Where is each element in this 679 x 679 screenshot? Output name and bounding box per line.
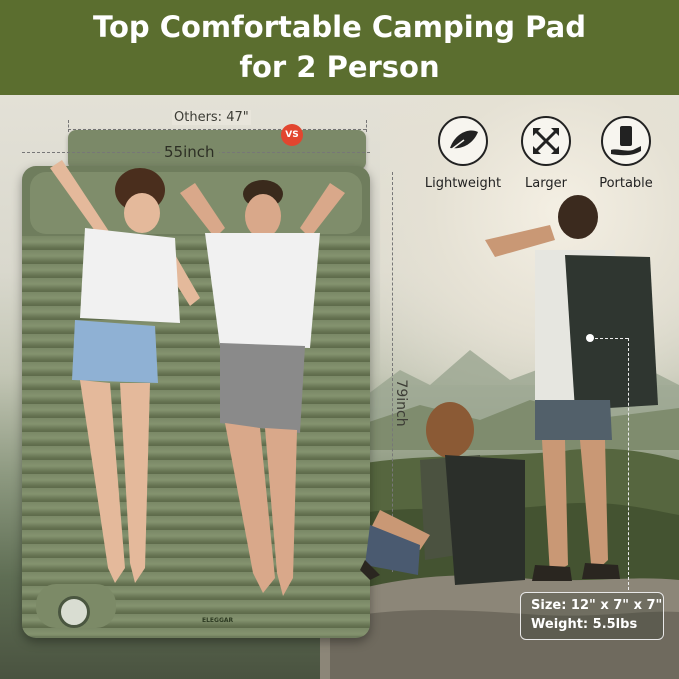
product-image: Top Comfortable Camping Pad for 2 Person…: [0, 0, 679, 679]
others-dimension-tick-left: [68, 120, 69, 132]
feature-portable: Portable: [581, 116, 671, 191]
others-width-label: Others: 47": [172, 110, 251, 125]
air-valve-icon: [58, 596, 90, 628]
spec-weight: Weight: 5.5lbs: [531, 617, 638, 632]
backpack-callout-line-v: [628, 338, 629, 590]
spec-box: Size: 12" x 7" x 7" Weight: 5.5lbs: [520, 592, 664, 640]
title-banner: Top Comfortable Camping Pad for 2 Person: [0, 0, 679, 95]
feather-icon: [438, 116, 488, 166]
title-line-2: for 2 Person: [239, 50, 440, 84]
pad-brand-label: ELEGGAR: [202, 617, 234, 624]
feature-larger: Larger: [501, 116, 591, 191]
hiker-sitting: [360, 402, 525, 585]
others-dimension-tick-right: [366, 120, 367, 132]
man-lying-on-pad: [180, 180, 345, 596]
feature-label: Larger: [525, 176, 567, 191]
spec-size: Size: 12" x 7" x 7": [531, 598, 663, 613]
feature-label: Lightweight: [424, 176, 502, 191]
vs-badge: VS: [281, 124, 303, 146]
title-line-1: Top Comfortable Camping Pad: [93, 10, 586, 44]
hand-holding-bag-icon: [601, 116, 651, 166]
backpack-callout-line-h: [590, 338, 628, 339]
feature-label: Portable: [599, 176, 653, 191]
backpack-callout-dot: [586, 334, 594, 342]
feature-lightweight: Lightweight: [418, 116, 508, 191]
expand-arrows-icon: [521, 116, 571, 166]
